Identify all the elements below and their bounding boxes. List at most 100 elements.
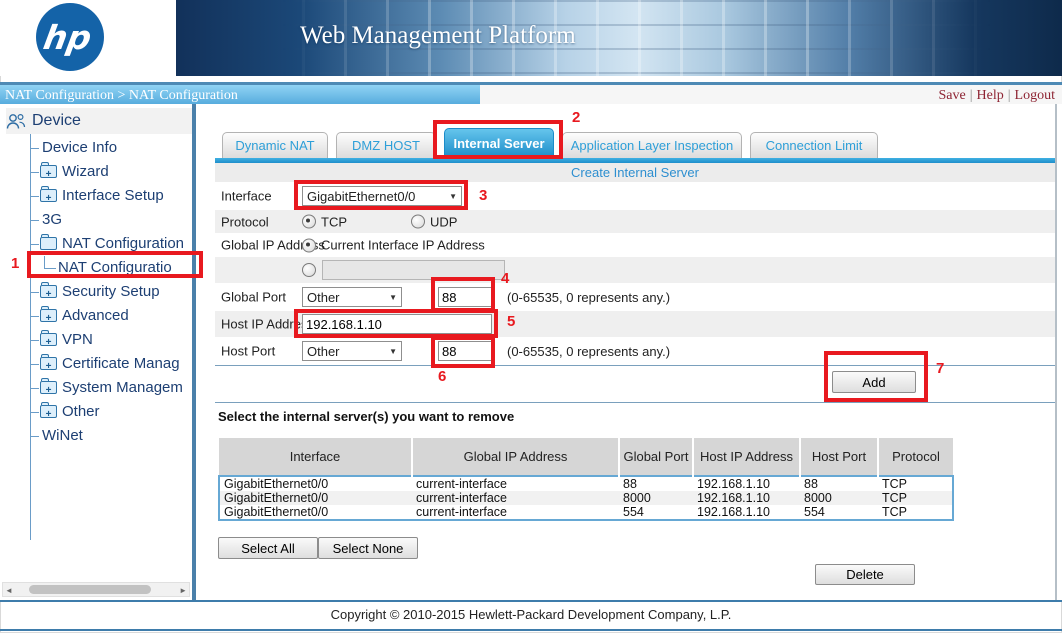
sidebar-item-other[interactable]: Other — [0, 400, 192, 424]
hp-logo-text: hp — [40, 18, 99, 57]
sidebar-root-label: Device — [32, 112, 81, 130]
global-port-mode-select[interactable]: Other ▼ — [302, 287, 402, 307]
global-port-input[interactable] — [438, 287, 493, 307]
chevron-down-icon: ▼ — [389, 293, 397, 302]
sidebar-item-label: NAT Configuration — [62, 232, 184, 256]
chevron-down-icon: ▼ — [389, 347, 397, 356]
folder-closed-icon[interactable] — [40, 309, 57, 322]
sidebar-item-vpn[interactable]: VPN — [0, 328, 192, 352]
chevron-down-icon: ▼ — [449, 192, 457, 201]
selection-buttons: Select All Select None — [218, 537, 418, 559]
sidebar-item-3g[interactable]: 3G — [0, 208, 192, 232]
sidebar-item-certificate-manag[interactable]: Certificate Manag — [0, 352, 192, 376]
sidebar-item-advanced[interactable]: Advanced — [0, 304, 192, 328]
folder-open-icon[interactable] — [40, 237, 57, 250]
global-ip-manual-radio[interactable] — [302, 263, 316, 277]
table-row[interactable]: GigabitEthernet0/0current-interface88192… — [219, 476, 953, 491]
host-ip-input[interactable] — [302, 314, 492, 334]
sidebar-root-device[interactable]: Device — [6, 108, 192, 134]
tab-internal-server[interactable]: Internal Server — [444, 128, 554, 158]
banner: Web Management Platform — [176, 0, 1062, 76]
sidebar-item-system-managem[interactable]: System Managem — [0, 376, 192, 400]
scroll-left-icon[interactable]: ◄ — [5, 585, 13, 596]
table-cell: 88 — [619, 476, 693, 491]
bottom-divider — [0, 629, 1062, 631]
content-right-border — [1055, 104, 1057, 600]
table-row[interactable]: GigabitEthernet0/0current-interface80001… — [219, 491, 953, 505]
save-link[interactable]: Save — [938, 88, 965, 103]
host-ip-row: Host IP Address — [215, 311, 1055, 337]
global-ip-current-label: Current Interface IP Address — [321, 238, 485, 253]
folder-closed-icon[interactable] — [40, 333, 57, 346]
sidebar-item-label: Security Setup — [62, 280, 160, 304]
sidebar-item-label: VPN — [62, 328, 93, 352]
help-link[interactable]: Help — [977, 88, 1004, 103]
sidebar-item-nat-configuratio[interactable]: NAT Configuratio — [0, 256, 192, 280]
logout-link[interactable]: Logout — [1015, 88, 1055, 103]
table-cell: current-interface — [412, 491, 619, 505]
device-group-icon — [6, 113, 26, 130]
global-ip-manual-input[interactable] — [322, 260, 505, 280]
protocol-udp-radio[interactable] — [411, 215, 425, 229]
table-row[interactable]: GigabitEthernet0/0current-interface55419… — [219, 505, 953, 520]
header: hp Web Management Platform — [0, 0, 1062, 76]
folder-closed-icon[interactable] — [40, 285, 57, 298]
tab-dynamic-nat[interactable]: Dynamic NAT — [222, 132, 328, 158]
sidebar-item-wizard[interactable]: Wizard — [0, 160, 192, 184]
interface-select-value: GigabitEthernet0/0 — [307, 189, 415, 204]
sidebar-item-nat-configuration[interactable]: NAT Configuration — [0, 232, 192, 256]
tab-dmz-host[interactable]: DMZ HOST — [336, 132, 436, 158]
section-divider — [215, 402, 1055, 403]
table-cell: 8000 — [619, 491, 693, 505]
tab-connection-limit[interactable]: Connection Limit — [750, 132, 878, 158]
separator: | — [1008, 88, 1011, 103]
app-title: Web Management Platform — [300, 22, 576, 50]
tab-application-layer-inspection[interactable]: Application Layer Inspection — [562, 132, 742, 158]
folder-closed-icon[interactable] — [40, 405, 57, 418]
table-header: InterfaceGlobal IP AddressGlobal PortHos… — [219, 438, 953, 476]
form-title: Create Internal Server — [215, 163, 1055, 182]
table-cell: GigabitEthernet0/0 — [219, 476, 412, 491]
protocol-tcp-radio[interactable] — [302, 215, 316, 229]
host-port-mode-value: Other — [307, 344, 340, 359]
folder-closed-icon[interactable] — [40, 189, 57, 202]
host-port-label: Host Port — [221, 344, 275, 359]
folder-closed-icon[interactable] — [40, 357, 57, 370]
add-button[interactable]: Add — [832, 371, 916, 393]
table-cell: current-interface — [412, 505, 619, 520]
host-port-row: Host Port Other ▼ (0-65535, 0 represents… — [215, 337, 1055, 365]
sidebar-item-label: Device Info — [42, 136, 117, 160]
folder-closed-icon[interactable] — [40, 165, 57, 178]
table-cell: 554 — [800, 505, 878, 520]
global-ip-current-radio[interactable] — [302, 238, 316, 252]
sidebar-item-device-info[interactable]: Device Info — [0, 136, 192, 160]
folder-closed-icon[interactable] — [40, 381, 57, 394]
footer-divider — [0, 600, 1062, 602]
sidebar-divider — [192, 104, 196, 600]
column-header-interface: Interface — [219, 438, 412, 476]
column-header-host-port: Host Port — [800, 438, 878, 476]
delete-button[interactable]: Delete — [815, 564, 915, 585]
select-none-button[interactable]: Select None — [318, 537, 418, 559]
column-header-global-ip-address: Global IP Address — [412, 438, 619, 476]
sidebar-item-interface-setup[interactable]: Interface Setup — [0, 184, 192, 208]
host-port-mode-select[interactable]: Other ▼ — [302, 341, 402, 361]
table-cell: TCP — [878, 476, 953, 491]
host-port-input[interactable] — [438, 341, 493, 361]
host-ip-label: Host IP Address — [221, 317, 314, 332]
sidebar-horizontal-scrollbar[interactable]: ◄ ► — [2, 582, 190, 597]
global-port-label: Global Port — [221, 290, 286, 305]
table-cell: 554 — [619, 505, 693, 520]
scroll-right-icon[interactable]: ► — [179, 585, 187, 596]
sidebar-item-winet[interactable]: WiNet — [0, 424, 192, 448]
column-header-protocol: Protocol — [878, 438, 953, 476]
table-body: GigabitEthernet0/0current-interface88192… — [219, 476, 953, 520]
sidebar-item-security-setup[interactable]: Security Setup — [0, 280, 192, 304]
scrollbar-thumb[interactable] — [29, 585, 151, 594]
sidebar-item-label: System Managem — [62, 376, 183, 400]
interface-select[interactable]: GigabitEthernet0/0 ▼ — [302, 186, 462, 206]
internal-server-table: InterfaceGlobal IP AddressGlobal PortHos… — [218, 438, 954, 521]
hp-web-management-page: hp Web Management Platform NAT Configura… — [0, 0, 1062, 633]
breadcrumb-text: NAT Configuration > NAT Configuration — [5, 88, 238, 103]
select-all-button[interactable]: Select All — [218, 537, 318, 559]
